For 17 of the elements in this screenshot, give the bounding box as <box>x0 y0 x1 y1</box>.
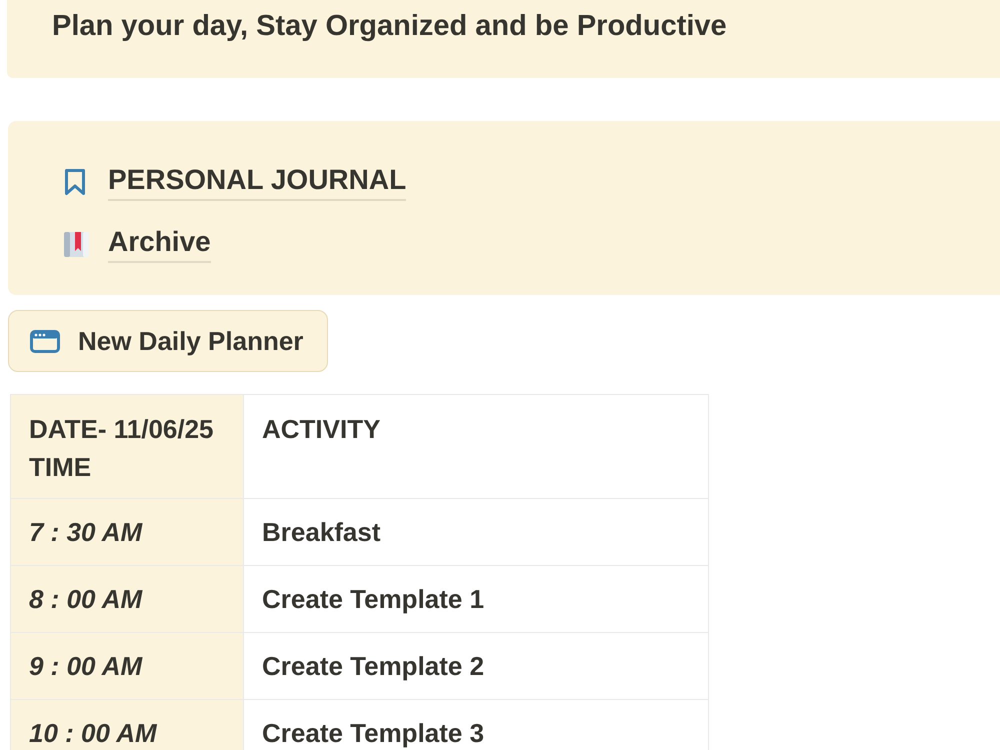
column-header: DATE- 11/06/25 TIME <box>10 394 244 498</box>
browser-window-icon <box>30 330 60 352</box>
book-icon <box>63 230 90 258</box>
time-cell: 7 : 30 AM <box>10 498 244 566</box>
table-cell: Create Template 1 <box>244 566 708 632</box>
banner-text: Plan your day, Stay Organized and be Productive <box>52 9 727 43</box>
time-cell: 9 : 00 AM <box>10 632 244 700</box>
page-link[interactable]: Archive <box>63 225 211 263</box>
column-header: ACTIVITY <box>244 394 708 498</box>
table-cell: Create Template 2 <box>244 632 708 700</box>
table-cell: Create Template 3 <box>244 700 708 750</box>
bookmark-icon <box>63 167 87 197</box>
new-planner-button[interactable]: New Daily Planner <box>8 310 328 372</box>
table-cell: Breakfast <box>244 498 708 566</box>
page-link[interactable]: PERSONAL JOURNAL <box>63 163 406 201</box>
time-cell: 8 : 00 AM <box>10 566 244 632</box>
time-cell: 10 : 00 AM <box>10 700 244 750</box>
